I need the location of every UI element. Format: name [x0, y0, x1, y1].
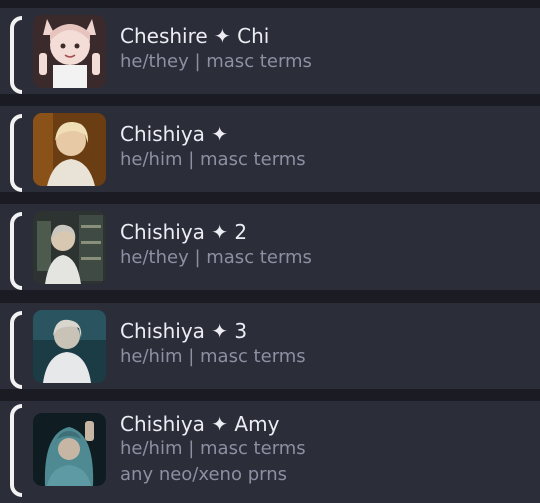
- member-pronouns: he/him | masc terms: [120, 149, 306, 170]
- hooded-portrait-avatar[interactable]: [33, 413, 106, 486]
- card-bracket: [10, 114, 22, 192]
- blond-portrait-avatar[interactable]: [33, 113, 106, 186]
- teal-portrait-avatar[interactable]: [33, 310, 106, 383]
- card-bracket: [10, 212, 22, 290]
- member-pronouns: he/they | masc terms: [120, 51, 312, 72]
- member-card-chishiya-3[interactable]: Chishiya ✦ 3 he/him | masc terms: [0, 303, 540, 389]
- card-bracket: [10, 404, 22, 497]
- member-name: Chishiya ✦ 3: [120, 319, 248, 343]
- member-card-cheshire-chi[interactable]: Cheshire ✦ Chi he/they | masc terms: [0, 8, 540, 94]
- member-name: Cheshire ✦ Chi: [120, 24, 270, 48]
- member-card-chishiya[interactable]: Chishiya ✦ he/him | masc terms: [0, 106, 540, 192]
- member-name: Chishiya ✦ 2: [120, 220, 248, 244]
- member-pronouns: he/him | masc terms: [120, 346, 306, 367]
- member-name: Chishiya ✦ Amy: [120, 412, 280, 436]
- card-bracket: [10, 311, 22, 389]
- card-bracket: [10, 16, 22, 94]
- member-card-chishiya-amy[interactable]: Chishiya ✦ Amy he/him | masc terms any n…: [0, 401, 540, 503]
- member-name: Chishiya ✦: [120, 122, 229, 146]
- member-extra-pronouns: any neo/xeno prns: [120, 464, 287, 485]
- member-pronouns: he/him | masc terms: [120, 438, 306, 459]
- member-pronouns: he/they | masc terms: [120, 247, 312, 268]
- member-card-chishiya-2[interactable]: Chishiya ✦ 2 he/they | masc terms: [0, 204, 540, 290]
- member-list: Cheshire ✦ Chi he/they | masc terms Chis…: [0, 0, 540, 503]
- shelves-portrait-avatar[interactable]: [33, 211, 106, 284]
- cat-ear-drawn-avatar[interactable]: [33, 15, 106, 88]
